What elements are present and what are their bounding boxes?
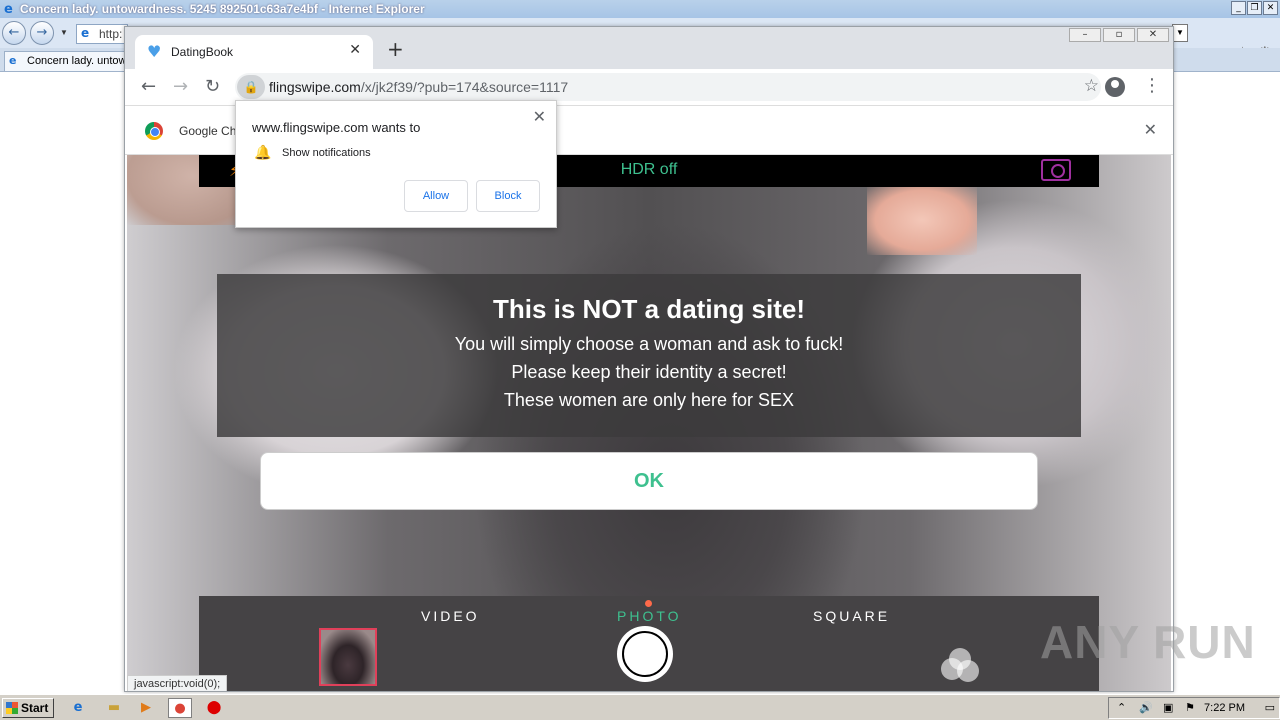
- ie-address-bar[interactable]: e http:: [76, 24, 128, 44]
- active-mode-dot: [645, 600, 652, 607]
- tray-expand-icon[interactable]: ⌃: [1117, 701, 1126, 714]
- ie-tab-icon: e: [9, 54, 17, 67]
- allow-button[interactable]: Allow: [404, 180, 468, 212]
- forward-arrow-icon[interactable]: →: [173, 76, 188, 97]
- anyrun-watermark: ANY RUN: [1040, 616, 1256, 668]
- lock-icon[interactable]: 🔒: [237, 75, 265, 99]
- status-bar-url: javascript:void(0);: [127, 675, 228, 691]
- bell-icon: 🔔: [254, 145, 272, 161]
- modal-heading: This is NOT a dating site!: [492, 294, 806, 324]
- taskbar: Start e ▬ ▶ ● ⬤ ⌃ 🔊 ▣ ⚑ 7:22 PM ▭: [0, 694, 1280, 720]
- gallery-thumbnail[interactable]: [319, 628, 377, 686]
- chrome-taskbar-icon[interactable]: ●: [168, 698, 192, 718]
- new-tab-button[interactable]: +: [387, 37, 404, 61]
- popup-close-icon[interactable]: ✕: [533, 107, 546, 126]
- network-icon[interactable]: ▣: [1163, 701, 1173, 714]
- chrome-tab-strip: ♥ DatingBook ✕ + – ▫ ✕: [125, 27, 1173, 69]
- ie-history-dropdown[interactable]: ▼: [60, 28, 68, 37]
- infobar-close-icon[interactable]: ✕: [1144, 120, 1157, 139]
- background-image-detail: [867, 185, 977, 255]
- show-desktop-icon[interactable]: ▭: [1265, 701, 1275, 714]
- page-viewport: ⚡ HDR off This is NOT a dating site! You…: [127, 155, 1171, 691]
- menu-kebab-icon[interactable]: ⋮: [1143, 75, 1161, 96]
- ie-address-dropdown[interactable]: ▼: [1172, 24, 1188, 42]
- modal-line: Please keep their identity a secret!: [511, 362, 787, 382]
- back-arrow-icon[interactable]: ←: [141, 76, 156, 97]
- ie-address-text: http:: [99, 27, 123, 41]
- ie-window-title: Concern lady. untowardness. 5245 892501c…: [20, 2, 425, 16]
- ie-page-icon: e: [81, 26, 90, 40]
- popup-message: Show notifications: [282, 147, 371, 159]
- reload-icon[interactable]: ↻: [205, 76, 220, 97]
- volume-icon[interactable]: 🔊: [1139, 701, 1153, 714]
- warning-modal: This is NOT a dating site! You will simp…: [217, 274, 1081, 437]
- tab-close-icon[interactable]: ✕: [349, 42, 361, 58]
- bookmark-star-icon[interactable]: ☆: [1084, 76, 1099, 96]
- stop-sign-icon[interactable]: ⬤: [202, 698, 226, 718]
- explorer-folder-icon[interactable]: ▬: [102, 698, 126, 718]
- chrome-tab[interactable]: ♥ DatingBook ✕: [135, 35, 373, 69]
- chrome-logo-icon: [145, 122, 163, 140]
- ie-tab[interactable]: e Concern lady. untow: [4, 51, 126, 71]
- chrome-close-button[interactable]: ✕: [1137, 28, 1169, 42]
- chrome-tab-title: DatingBook: [171, 45, 234, 59]
- modal-line: You will simply choose a woman and ask t…: [454, 334, 844, 354]
- mode-photo[interactable]: PHOTO: [617, 608, 682, 624]
- ie-title-bar: e Concern lady. untowardness. 5245 89250…: [0, 0, 1280, 18]
- heart-icon: ♥: [147, 42, 162, 61]
- ie-minimize-button[interactable]: _: [1231, 1, 1246, 15]
- ie-tab-title: Concern lady. untow: [27, 55, 126, 67]
- mode-video[interactable]: VIDEO: [421, 608, 480, 624]
- profile-avatar-icon[interactable]: [1105, 77, 1125, 97]
- start-button[interactable]: Start: [2, 698, 54, 718]
- ie-forward-button[interactable]: →: [30, 21, 54, 45]
- ie-back-button[interactable]: ←: [2, 21, 26, 45]
- popup-title: www.flingswipe.com wants to: [252, 120, 421, 135]
- windows-flag-icon: [6, 702, 18, 714]
- block-button[interactable]: Block: [476, 180, 540, 212]
- switch-camera-icon[interactable]: [1041, 159, 1071, 181]
- ie-logo-icon: e: [4, 2, 13, 17]
- notification-permission-popup: www.flingswipe.com wants to ✕ 🔔 Show not…: [235, 100, 557, 228]
- shutter-button[interactable]: [617, 626, 673, 682]
- ie-close-button[interactable]: ✕: [1263, 1, 1278, 15]
- media-player-icon[interactable]: ▶: [134, 698, 158, 718]
- clock: 7:22 PM: [1204, 702, 1245, 714]
- ie-restore-button[interactable]: ❐: [1247, 1, 1262, 15]
- filters-icon[interactable]: [941, 648, 981, 684]
- mode-square[interactable]: SQUARE: [813, 608, 890, 624]
- start-label: Start: [21, 701, 49, 715]
- system-tray: ⌃ 🔊 ▣ ⚑ 7:22 PM ▭: [1108, 697, 1280, 719]
- action-center-flag-icon[interactable]: ⚑: [1185, 701, 1195, 714]
- ie-taskbar-icon[interactable]: e: [66, 698, 90, 718]
- camera-bottom-bar: VIDEO PHOTO SQUARE: [199, 596, 1099, 691]
- omnibox-url: flingswipe.com/x/jk2f39/?pub=174&source=…: [269, 79, 569, 95]
- chrome-minimize-button[interactable]: –: [1069, 28, 1101, 42]
- modal-line: These women are only here for SEX: [503, 390, 795, 410]
- infobar-text: Google Ch: [179, 124, 237, 138]
- chrome-maximize-button[interactable]: ▫: [1103, 28, 1135, 42]
- omnibox[interactable]: 🔒 flingswipe.com/x/jk2f39/?pub=174&sourc…: [235, 73, 1101, 101]
- ok-button[interactable]: OK: [260, 452, 1038, 510]
